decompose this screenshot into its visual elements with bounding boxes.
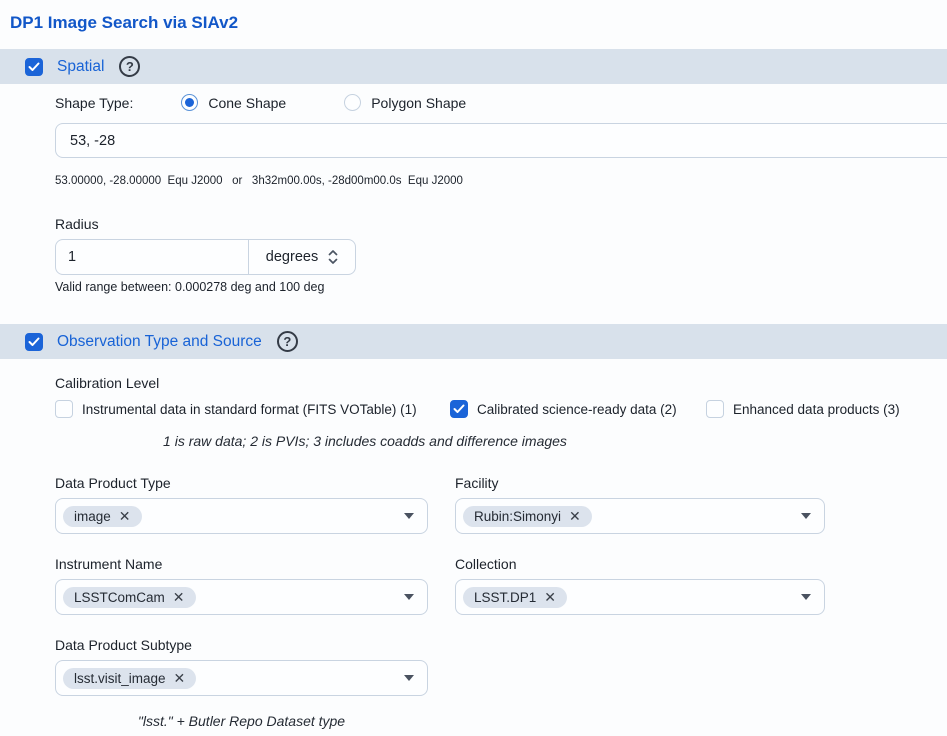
data-product-type-chip: image ✕ [63, 506, 142, 527]
collection-label: Collection [455, 556, 825, 572]
collection-combobox[interactable]: LSST.DP1 ✕ [455, 579, 825, 615]
chip-text: image [74, 509, 111, 524]
chip-text: Rubin:Simonyi [474, 509, 561, 524]
radius-input[interactable] [56, 240, 249, 274]
cone-shape-radio[interactable]: Cone Shape [181, 94, 286, 111]
chevron-down-icon [801, 594, 811, 600]
radius-range-hint: Valid range between: 0.000278 deg and 10… [55, 280, 947, 294]
subtype-note: "lsst." + Butler Repo Dataset type [55, 713, 428, 729]
instrument-name-label: Instrument Name [55, 556, 428, 572]
coordinates-hint: 53.00000, -28.00000 Equ J2000 or 3h32m00… [55, 175, 947, 187]
spatial-section-checkbox[interactable] [25, 58, 43, 76]
calibration-options-row: Instrumental data in standard format (FI… [55, 400, 947, 418]
radio-selected-icon [181, 94, 198, 111]
page-title: DP1 Image Search via SIAv2 [10, 13, 947, 33]
chip-remove-icon[interactable]: ✕ [174, 671, 186, 685]
check-icon [28, 62, 40, 72]
calibration-note: 1 is raw data; 2 is PVIs; 3 includes coa… [55, 433, 675, 449]
field-collection: Collection LSST.DP1 ✕ [455, 556, 825, 615]
observation-section-label: Observation Type and Source [57, 333, 262, 351]
spatial-section-label: Spatial [57, 58, 104, 76]
radius-unit-value: degrees [266, 249, 318, 265]
coordinates-input[interactable] [55, 123, 947, 158]
spatial-content: Shape Type: Cone Shape Polygon Shape 53.… [0, 94, 947, 294]
field-facility: Facility Rubin:Simonyi ✕ [455, 475, 825, 534]
calibration-option-2-label: Calibrated science-ready data (2) [477, 402, 677, 417]
checkbox-checked-icon [450, 400, 468, 418]
checkbox-unchecked-icon [706, 400, 724, 418]
cone-shape-label: Cone Shape [208, 95, 286, 111]
chevron-down-icon [404, 513, 414, 519]
collection-chip: LSST.DP1 ✕ [463, 587, 567, 608]
calibration-option-2[interactable]: Calibrated science-ready data (2) [450, 400, 706, 418]
field-data-product-subtype: Data Product Subtype lsst.visit_image ✕ … [55, 637, 428, 729]
data-product-subtype-combobox[interactable]: lsst.visit_image ✕ [55, 660, 428, 696]
calibration-level-label: Calibration Level [55, 375, 947, 391]
shape-type-label: Shape Type: [55, 95, 133, 111]
chevron-down-icon [404, 594, 414, 600]
field-grid: Data Product Type image ✕ Facility Rubin… [55, 475, 947, 729]
polygon-shape-radio[interactable]: Polygon Shape [344, 94, 466, 111]
calibration-option-3-label: Enhanced data products (3) [733, 402, 900, 417]
spatial-section-header: Spatial ? [0, 49, 947, 84]
data-product-subtype-chip: lsst.visit_image ✕ [63, 668, 196, 689]
radius-unit-select[interactable]: degrees [249, 240, 355, 274]
observation-section-checkbox[interactable] [25, 333, 43, 351]
checkbox-unchecked-icon [55, 400, 73, 418]
stepper-chevrons-icon [328, 249, 338, 265]
check-icon [28, 337, 40, 347]
radius-input-group: degrees [55, 239, 356, 275]
chevron-down-icon [801, 513, 811, 519]
chip-remove-icon[interactable]: ✕ [569, 509, 581, 523]
field-instrument-name: Instrument Name LSSTComCam ✕ [55, 556, 428, 615]
chip-text: LSST.DP1 [474, 590, 536, 605]
field-data-product-type: Data Product Type image ✕ [55, 475, 428, 534]
chip-remove-icon[interactable]: ✕ [173, 590, 185, 604]
chip-text: lsst.visit_image [74, 671, 166, 686]
calibration-option-1[interactable]: Instrumental data in standard format (FI… [55, 400, 450, 418]
calibration-option-1-label: Instrumental data in standard format (FI… [82, 402, 417, 417]
chip-remove-icon[interactable]: ✕ [119, 509, 131, 523]
data-product-subtype-label: Data Product Subtype [55, 637, 428, 653]
spatial-help-icon[interactable]: ? [119, 56, 140, 77]
chevron-down-icon [404, 675, 414, 681]
radio-unselected-icon [344, 94, 361, 111]
facility-chip: Rubin:Simonyi ✕ [463, 506, 592, 527]
data-product-type-label: Data Product Type [55, 475, 428, 491]
observation-help-icon[interactable]: ? [277, 331, 298, 352]
chip-remove-icon[interactable]: ✕ [544, 590, 556, 604]
instrument-name-chip: LSSTComCam ✕ [63, 587, 196, 608]
instrument-name-combobox[interactable]: LSSTComCam ✕ [55, 579, 428, 615]
polygon-shape-label: Polygon Shape [371, 95, 466, 111]
radius-label: Radius [55, 216, 947, 232]
check-icon [453, 404, 465, 414]
data-product-type-combobox[interactable]: image ✕ [55, 498, 428, 534]
observation-section-header: Observation Type and Source ? [0, 324, 947, 359]
calibration-option-3[interactable]: Enhanced data products (3) [706, 400, 900, 418]
observation-content: Calibration Level Instrumental data in s… [0, 375, 947, 729]
facility-label: Facility [455, 475, 825, 491]
facility-combobox[interactable]: Rubin:Simonyi ✕ [455, 498, 825, 534]
chip-text: LSSTComCam [74, 590, 165, 605]
